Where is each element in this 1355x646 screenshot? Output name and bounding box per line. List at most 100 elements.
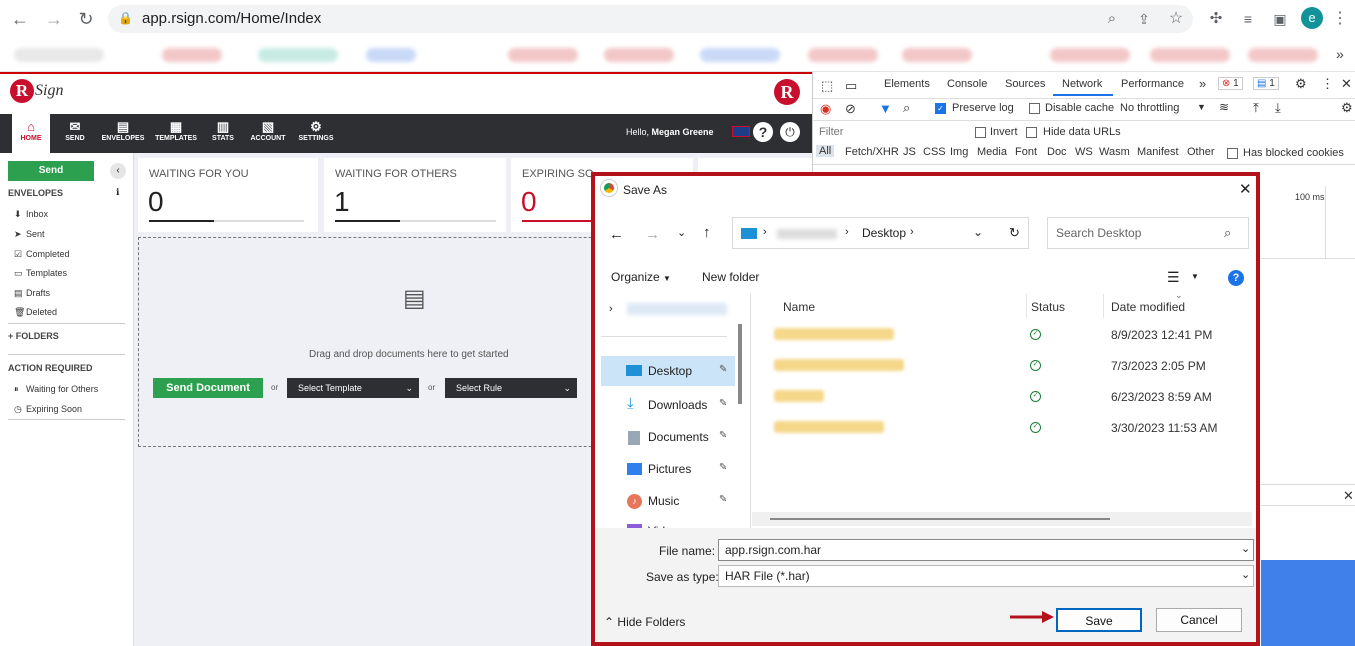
tab-sources[interactable]: Sources [1005, 78, 1045, 90]
zoom-icon[interactable]: ⌕ [1102, 9, 1122, 29]
back-icon[interactable]: ← [10, 9, 30, 29]
type-doc[interactable]: Doc [1047, 146, 1067, 158]
invert-checkbox[interactable] [975, 127, 986, 138]
sidebar-item-inbox[interactable]: ⬇ Inbox [14, 209, 48, 220]
flag-icon[interactable] [732, 126, 750, 137]
breadcrumb-desktop[interactable]: Desktop [862, 226, 906, 240]
record-icon[interactable]: ◉ [820, 101, 831, 117]
nav-item-downloads[interactable]: ⤓ Downloads ✎ [601, 390, 735, 420]
cancel-button[interactable]: Cancel [1156, 608, 1242, 632]
organize-menu[interactable]: Organize ▼ [611, 270, 671, 284]
bookmark-item[interactable] [1150, 48, 1230, 62]
address-breadcrumb[interactable]: › › Desktop › ⌄ ↻ [732, 217, 1029, 249]
bookmark-item[interactable] [508, 48, 578, 62]
bookmark-item[interactable] [604, 48, 674, 62]
preserve-log-checkbox[interactable]: ✓ [935, 103, 946, 114]
type-fetch[interactable]: Fetch/XHR [845, 146, 899, 158]
blurred-folder-name[interactable] [774, 359, 904, 371]
throttling-select[interactable]: No throttling [1120, 102, 1179, 114]
nav-item-pictures[interactable]: Pictures ✎ [601, 454, 735, 484]
hide-data-urls-checkbox[interactable] [1026, 127, 1037, 138]
bookmark-item[interactable] [700, 48, 780, 62]
blurred-folder-name[interactable] [774, 390, 824, 402]
close-drawer-icon[interactable]: ✕ [1343, 488, 1354, 504]
recent-chevron-icon[interactable]: ⌄ [677, 226, 686, 239]
select-template-dropdown[interactable]: Select Template ⌄ [287, 378, 419, 398]
type-other[interactable]: Other [1187, 146, 1215, 158]
nav-item-desktop[interactable]: Desktop ✎ [601, 356, 735, 386]
type-js[interactable]: JS [903, 146, 916, 158]
nav-item-music[interactable]: ♪ Music ✎ [601, 486, 735, 516]
type-manifest[interactable]: Manifest [1137, 146, 1179, 158]
media-icon[interactable]: ≡ [1238, 9, 1258, 29]
tab-performance[interactable]: Performance [1121, 78, 1184, 90]
chevron-down-icon[interactable]: ⌄ [1241, 542, 1250, 555]
save-as-type-select[interactable]: HAR File (*.har) ⌄ [718, 565, 1254, 587]
upload-icon[interactable]: ⤒ [1253, 100, 1259, 116]
save-button[interactable]: Save [1056, 608, 1142, 632]
type-media[interactable]: Media [977, 146, 1007, 158]
forward-arrow-icon[interactable]: → [645, 226, 660, 243]
error-badge[interactable]: ⊗ 1 [1218, 77, 1243, 90]
help-icon[interactable]: ? [753, 122, 773, 142]
select-rule-dropdown[interactable]: Select Rule ⌄ [445, 378, 577, 398]
nav-home[interactable]: ⌂ HOME [12, 114, 50, 153]
url-text[interactable]: app.rsign.com/Home/Index [142, 10, 321, 27]
card-waiting-for-you[interactable]: WAITING FOR YOU 0 [138, 158, 318, 232]
search-desktop-input[interactable]: Search Desktop ⌕ [1047, 217, 1249, 249]
close-icon[interactable]: ✕ [1239, 180, 1252, 198]
nav-stats[interactable]: ▥ STATS [206, 114, 240, 153]
chevron-down-icon[interactable]: ▼ [1191, 272, 1199, 281]
blurred-folder-name[interactable] [774, 328, 894, 340]
close-icon[interactable]: ✕ [1341, 76, 1352, 92]
type-wasm[interactable]: Wasm [1099, 146, 1130, 158]
search-icon[interactable]: ⌕ [903, 100, 910, 116]
sidebar-item-templates[interactable]: ▭ Templates [14, 268, 67, 279]
type-font[interactable]: Font [1015, 146, 1037, 158]
nav-item-documents[interactable]: Documents ✎ [601, 422, 735, 452]
send-document-button[interactable]: Send Document [153, 378, 263, 398]
new-folder-button[interactable]: New folder [702, 270, 759, 284]
message-badge[interactable]: ▤ 1 [1253, 77, 1279, 90]
forward-icon[interactable]: → [44, 9, 64, 29]
file-name-input[interactable]: app.rsign.com.har ⌄ [718, 539, 1254, 561]
sidebar-item-deleted[interactable]: 🗑Deleted [14, 307, 57, 318]
more-tabs-icon[interactable]: » [1199, 76, 1206, 91]
type-all[interactable]: All [816, 145, 835, 157]
blurred-folder-name[interactable] [774, 421, 884, 433]
tab-elements[interactable]: Elements [884, 78, 930, 90]
kebab-icon[interactable]: ⋮ [1321, 76, 1334, 92]
settings-gear-icon[interactable]: ⚙ [1295, 76, 1307, 92]
horizontal-scrollbar[interactable] [752, 512, 1252, 526]
type-img[interactable]: Img [950, 146, 968, 158]
type-css[interactable]: CSS [923, 146, 946, 158]
blocked-cookies-checkbox[interactable] [1227, 148, 1238, 159]
nav-scrollbar[interactable] [738, 324, 742, 404]
sidebar-item-completed[interactable]: ☑ Completed [14, 249, 70, 260]
column-date-modified[interactable]: Date modified [1111, 300, 1185, 314]
share-icon[interactable]: ⇪ [1134, 9, 1154, 29]
column-status[interactable]: Status [1031, 300, 1065, 314]
sidebar-item-waiting[interactable]: ⏸ Waiting for Others [14, 384, 98, 395]
up-arrow-icon[interactable]: ↑ [703, 224, 711, 241]
sidebar-item-sent[interactable]: ➤ Sent [14, 229, 45, 240]
hide-folders-toggle[interactable]: ⌃ Hide Folders [604, 615, 685, 629]
power-icon[interactable]: ⏻ [780, 122, 800, 142]
download-icon[interactable]: ⤓ [1275, 100, 1281, 116]
side-panel-icon[interactable]: ▣ [1270, 9, 1290, 29]
expand-chevron-icon[interactable]: › [609, 303, 613, 315]
nav-templates[interactable]: ▦ TEMPLATES [154, 114, 198, 153]
more-bookmarks-icon[interactable]: » [1336, 46, 1344, 62]
tab-network[interactable]: Network [1062, 78, 1102, 90]
nav-envelopes[interactable]: ▤ ENVELOPES [100, 114, 146, 153]
bookmark-item[interactable] [162, 48, 222, 62]
disable-cache-checkbox[interactable] [1029, 103, 1040, 114]
chevron-down-icon[interactable]: ⌄ [973, 225, 983, 239]
bookmark-item[interactable] [366, 48, 416, 62]
bookmark-item[interactable] [808, 48, 878, 62]
profile-avatar[interactable]: e [1301, 7, 1323, 29]
filter-icon[interactable]: ▼ [879, 101, 892, 116]
tab-console[interactable]: Console [947, 78, 987, 90]
column-name[interactable]: Name [783, 300, 815, 314]
nav-settings[interactable]: ⚙ SETTINGS [296, 114, 336, 153]
